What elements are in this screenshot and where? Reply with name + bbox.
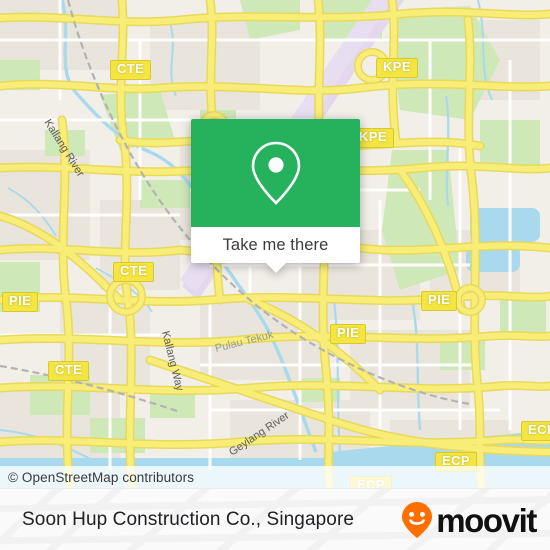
moovit-wordmark: moovit xyxy=(436,501,537,539)
location-pin-icon xyxy=(251,141,300,205)
map-page: Kallang River Kallang Way Pulau Tekuk Ge… xyxy=(0,0,550,550)
place-title-text: Soon Hup Construction Co., Singapore xyxy=(22,509,355,530)
highway-shield-cte: CTE xyxy=(113,262,155,282)
popup-header xyxy=(191,119,360,227)
moovit-smiley-pin-icon xyxy=(402,502,433,538)
highway-shield-cte: CTE xyxy=(110,60,152,80)
osm-attribution[interactable]: © OpenStreetMap contributors xyxy=(0,466,550,488)
highway-shield-pie: PIE xyxy=(421,291,458,311)
highway-shield-ecp: ECP xyxy=(521,421,550,441)
place-title: Soon Hup Construction Co., Singapore xyxy=(22,489,354,550)
moovit-brand[interactable]: moovit xyxy=(400,489,537,550)
highway-shield-pie: PIE xyxy=(330,324,367,344)
popup-action[interactable]: Take me there xyxy=(191,227,360,273)
page-footer: Soon Hup Construction Co., Singapore moo… xyxy=(0,488,550,550)
highway-shield-kpe: KPE xyxy=(376,58,418,78)
popup-tail-icon xyxy=(265,263,286,273)
osm-attribution-text: © OpenStreetMap contributors xyxy=(8,469,195,485)
highway-shield-pie: PIE xyxy=(2,292,39,312)
highway-shield-cte: CTE xyxy=(48,361,90,381)
take-me-there-label: Take me there xyxy=(222,235,329,254)
map-popup-card[interactable]: Take me there xyxy=(191,119,360,273)
